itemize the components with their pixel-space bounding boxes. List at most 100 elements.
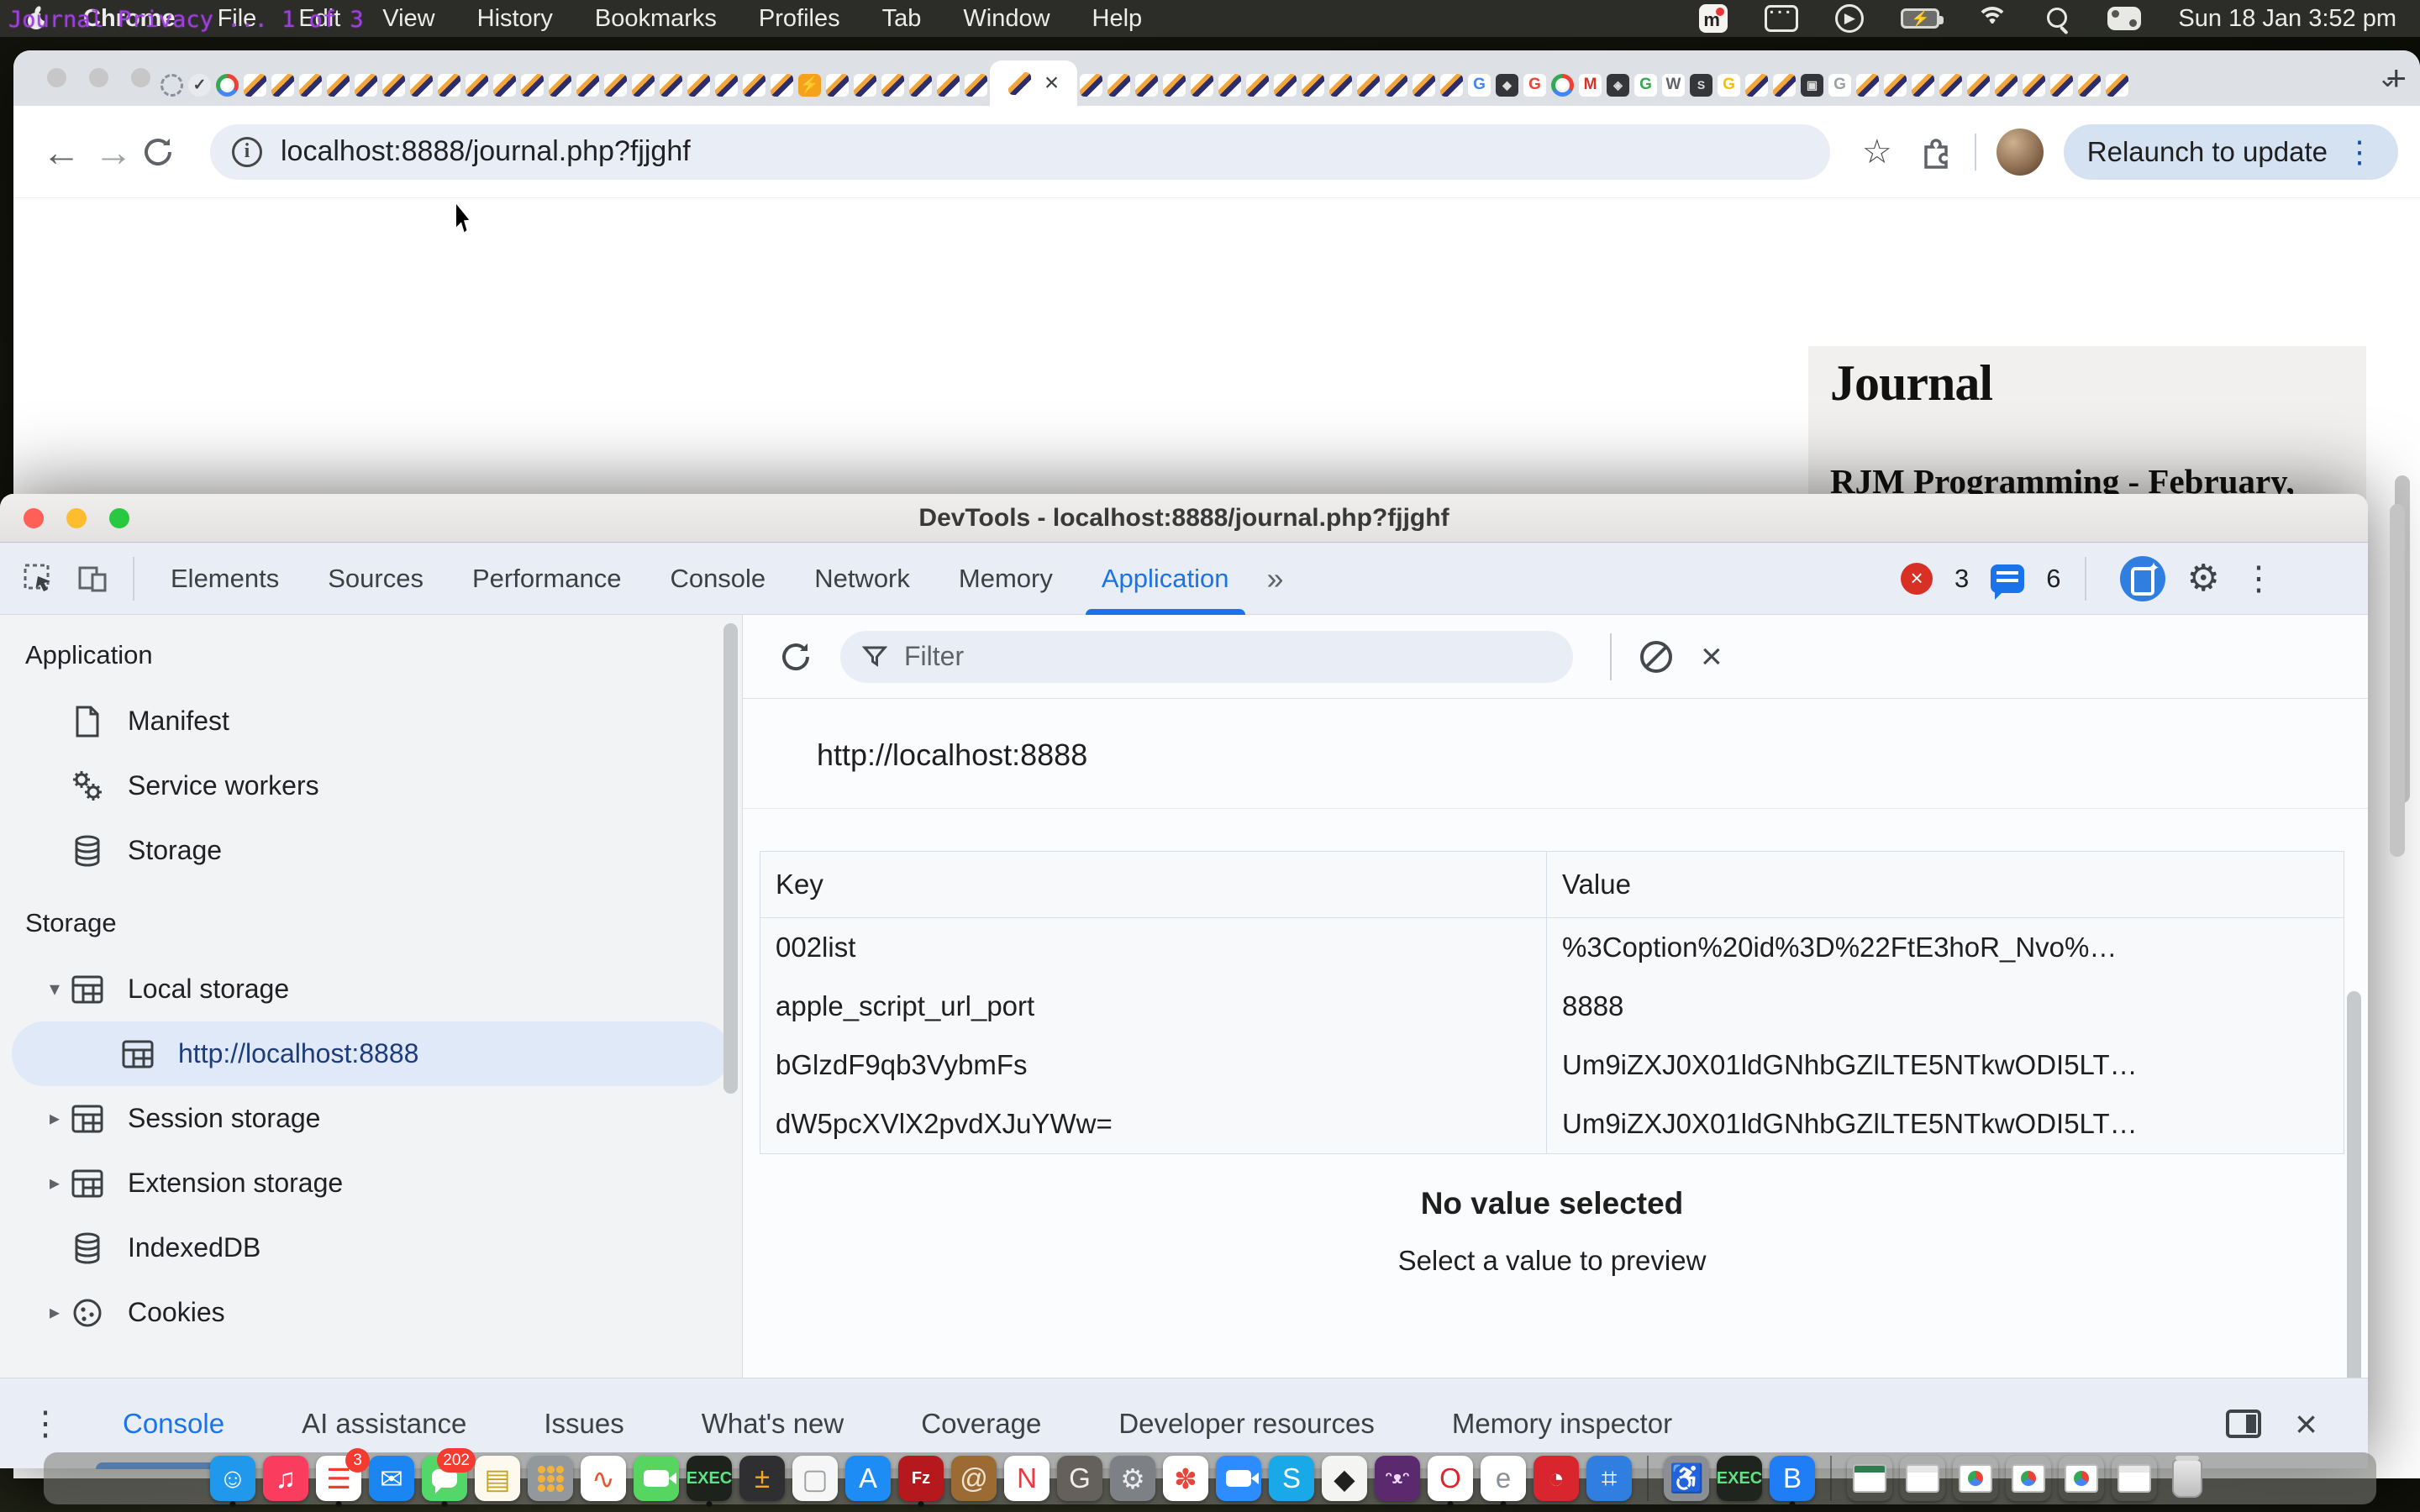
menu-item-help[interactable]: Help [1071,5,1164,33]
sidebar-item-storage[interactable]: Storage [0,818,742,883]
dock-system-settings[interactable]: ⚙ [1110,1456,1155,1501]
key-cell[interactable]: apple_script_url_port [760,977,1546,1036]
browser-tab[interactable] [1965,64,1992,106]
browser-tab[interactable] [1549,64,1576,106]
browser-tab[interactable]: ▣ [1798,64,1826,106]
profile-avatar[interactable] [1996,129,2044,176]
drawer-menu-kebab-icon[interactable]: ⋮ [29,1404,62,1443]
browser-tab[interactable] [1743,64,1770,106]
refresh-icon[interactable] [776,638,815,676]
relaunch-to-update-button[interactable]: Relaunch to update ⋮ [2064,124,2398,180]
browser-tab[interactable]: G [1715,64,1743,106]
tab-performance[interactable]: Performance [448,543,645,615]
tab-memory[interactable]: Memory [934,543,1077,615]
key-cell[interactable]: 002list [760,918,1546,977]
ai-assistance-icon[interactable] [2120,556,2165,601]
dock-contacts[interactable]: @ [951,1456,997,1501]
dock-calculator[interactable]: ± [739,1456,785,1501]
browser-tab[interactable]: G [1632,64,1660,106]
expand-arrow-closed-icon[interactable]: ▸ [40,1171,69,1195]
key-cell[interactable]: dW5pcXVlX2pvdXJuYWw= [760,1095,1546,1153]
sidebar-item-local-storage[interactable]: ▾Local storage [0,957,742,1021]
browser-tab[interactable] [2103,64,2131,106]
browser-tab[interactable]: ⚡ [796,64,823,106]
browser-tab[interactable]: ◆ [1493,64,1521,106]
browser-tab[interactable] [1770,64,1798,106]
menu-item-profiles[interactable]: Profiles [738,5,861,33]
browser-tab[interactable] [1937,64,1965,106]
dock-minimized-chrome-window-2[interactable] [2006,1456,2051,1501]
zoom-window-button[interactable] [109,508,129,528]
url-text[interactable]: localhost:8888/journal.php?fjjghf [281,135,691,168]
sidebar-item-indexeddb[interactable]: IndexedDB [0,1215,742,1280]
browser-tab[interactable] [241,64,269,106]
browser-tab[interactable] [1077,64,1105,106]
close-window-button[interactable] [47,68,66,87]
browser-tab[interactable]: ✓ [186,64,213,106]
browser-tab[interactable] [2020,64,2048,106]
wifi-icon[interactable] [1976,7,2008,30]
sidebar-item-manifest[interactable]: Manifest [0,689,742,753]
menu-item-bookmarks[interactable]: Bookmarks [574,5,738,33]
issues-message-icon[interactable] [1991,564,2024,593]
browser-tab[interactable]: G [1826,64,1854,106]
value-cell[interactable]: Um9iZXJ0X01ldGNhbGZlLTE5NTkwODI5LT… [1546,1036,2344,1095]
control-center-icon[interactable] [2107,7,2141,30]
devtools-traffic-lights[interactable] [24,508,129,528]
tab-sources[interactable]: Sources [303,543,448,615]
browser-menu-kebab-icon[interactable]: ⋮ [2344,134,2375,170]
value-cell[interactable]: 8888 [1546,977,2344,1036]
browser-tab[interactable]: G [1465,64,1493,106]
dock-facetime[interactable] [634,1456,679,1501]
browser-tab[interactable] [657,64,685,106]
browser-tab[interactable] [574,64,602,106]
dock-reminders[interactable]: ☰3 [316,1456,361,1501]
dock-minimized-chrome-window-1[interactable] [1953,1456,1998,1501]
key-column-header[interactable]: Key [760,852,1546,917]
dock-gauge-app[interactable]: ◔ [1534,1456,1579,1501]
dock-news[interactable]: N [1004,1456,1050,1501]
browser-tab[interactable] [1438,64,1465,106]
settings-gear-icon[interactable]: ⚙ [2187,557,2220,600]
browser-tab[interactable] [297,64,324,106]
expand-arrow-open-icon[interactable]: ▾ [40,977,69,1001]
dock-minimized-white-window[interactable] [2112,1456,2157,1501]
dock-mail[interactable]: ✉ [369,1456,414,1501]
browser-tab[interactable] [2048,64,2075,106]
sidebar-item-session-storage[interactable]: ▸Session storage [0,1086,742,1151]
browser-tab[interactable] [1992,64,2020,106]
dock-finder[interactable]: ☺ [210,1456,255,1501]
devtools-menu-kebab-icon[interactable]: ⋮ [2242,559,2275,598]
minimize-window-button[interactable] [66,508,87,528]
battery-charging-icon[interactable]: ⚡ [1901,8,1939,29]
tab-network[interactable]: Network [790,543,934,615]
dock-minimized-elephant-window[interactable] [1900,1456,1945,1501]
browser-tab[interactable]: S [1687,64,1715,106]
spotlight-search-icon[interactable] [2045,6,2070,31]
table-row[interactable]: dW5pcXVlX2pvdXJuYWw=Um9iZXJ0X01ldGNhbGZl… [760,1095,2344,1153]
dock-minimized-sheet-window[interactable] [1847,1456,1892,1501]
browser-tab[interactable] [2075,64,2103,106]
active-tab[interactable]: × [990,60,1077,106]
expand-arrow-closed-icon[interactable]: ▸ [40,1300,69,1325]
main-scrollbar-thumb[interactable] [2347,991,2361,1388]
url-bar[interactable]: i localhost:8888/journal.php?fjjghf [210,124,1830,180]
dock-gimp[interactable]: G [1057,1456,1102,1501]
extensions-puzzle-icon[interactable] [1919,135,1953,169]
close-drawer-icon[interactable]: × [2295,1401,2317,1446]
browser-tab[interactable] [907,64,934,106]
site-info-icon[interactable]: i [232,137,262,167]
dock-notes[interactable]: ▤ [475,1456,520,1501]
dock-terminal[interactable]: EXEC [1717,1456,1762,1501]
sidebar-item-service-workers[interactable]: Service workers [0,753,742,818]
dock-messages[interactable]: 202 [422,1456,467,1501]
devtools-title-bar[interactable]: DevTools - localhost:8888/journal.php?fj… [0,494,2368,543]
browser-tabs[interactable]: ✓⚡×G◆GM◈GWSG▣G [158,50,2372,106]
browser-tab[interactable] [1271,64,1299,106]
dock-opera[interactable]: O [1428,1456,1473,1501]
table-header-row[interactable]: Key Value [760,852,2344,918]
storage-origin-heading[interactable]: http://localhost:8888 [743,699,2368,809]
dock-zoom[interactable] [1216,1456,1261,1501]
browser-tab[interactable] [1854,64,1881,106]
dock-music[interactable]: ♫ [263,1456,308,1501]
